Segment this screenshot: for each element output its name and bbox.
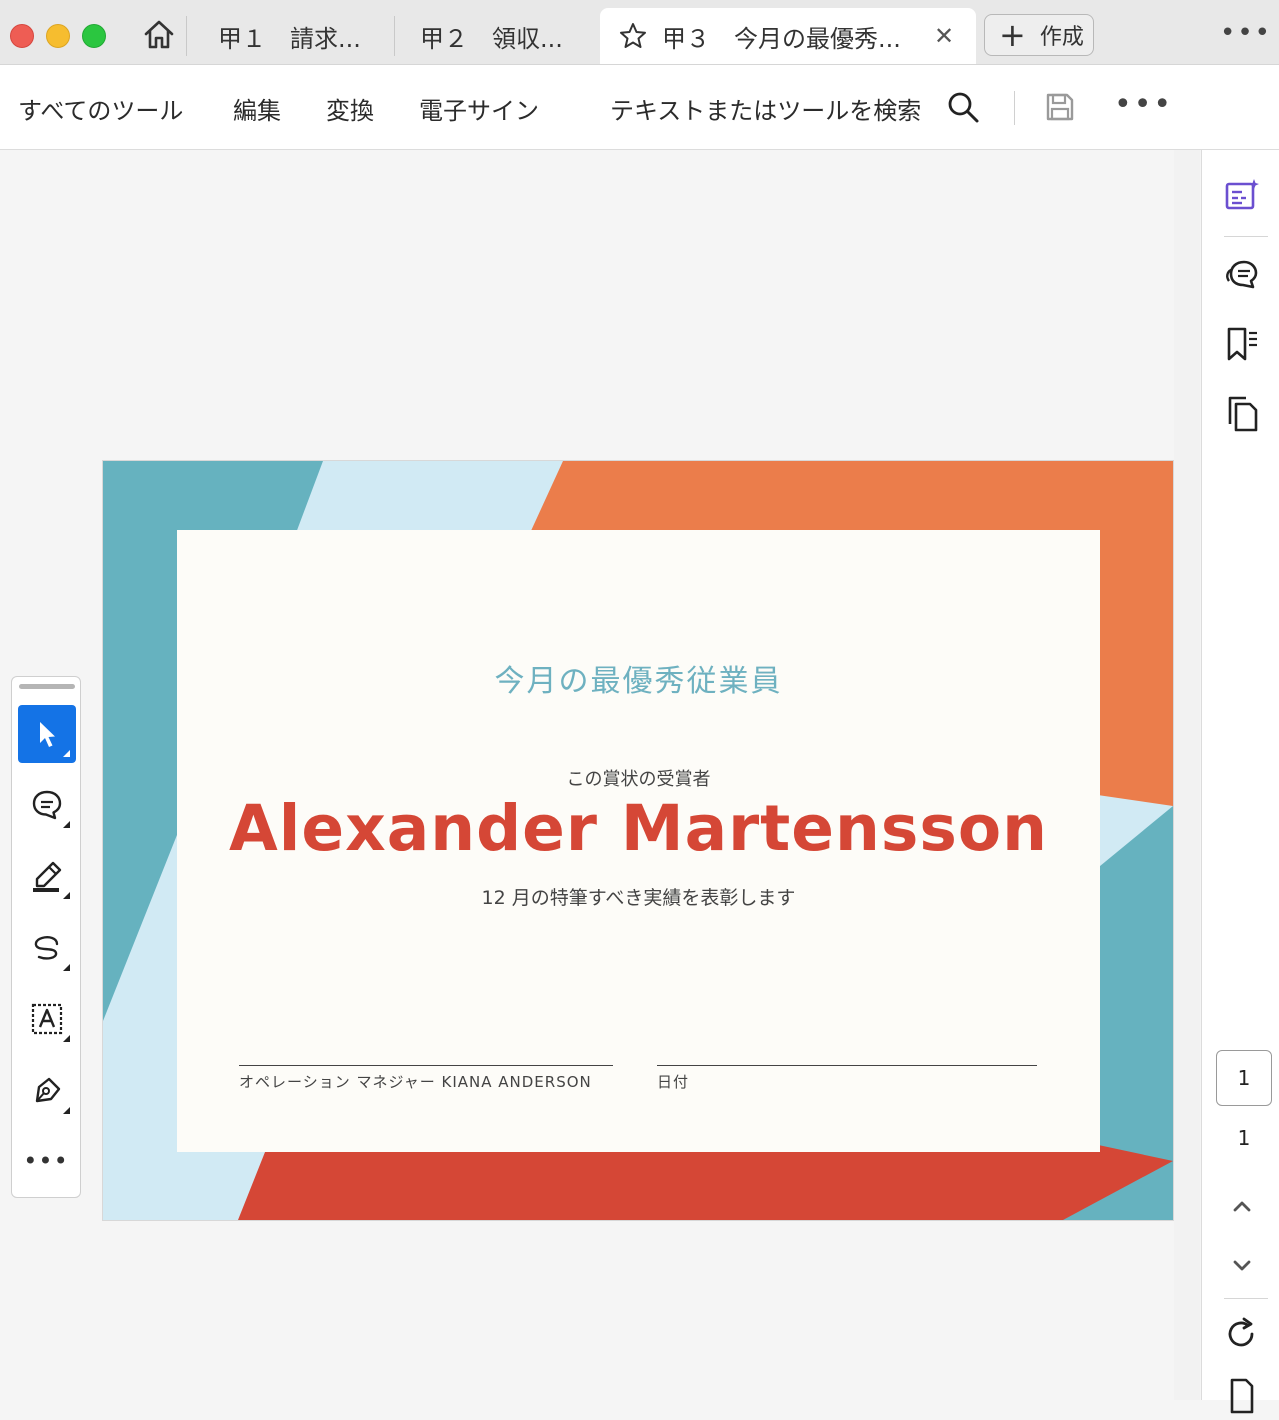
sign-tool[interactable] (18, 1062, 76, 1120)
total-pages: 1 (1237, 1126, 1251, 1150)
star-icon[interactable] (618, 21, 648, 51)
page-fit-icon (1230, 1378, 1254, 1414)
chevron-down-icon (1233, 1260, 1251, 1271)
ai-assistant-icon (1225, 179, 1259, 210)
esign-button[interactable]: 電子サイン (419, 91, 539, 126)
plus-icon: + (999, 16, 1026, 54)
more-icon[interactable]: ••• (1220, 18, 1272, 48)
pages-panel-button[interactable] (1222, 394, 1262, 434)
previous-page-button[interactable] (1222, 1186, 1262, 1226)
text-box-tool[interactable] (18, 990, 76, 1048)
quick-tools-panel: ••• (11, 676, 81, 1198)
toolbar-divider (1014, 91, 1015, 125)
create-button[interactable]: + 作成 (984, 14, 1094, 56)
certificate-title: 今月の最優秀従業員 (494, 664, 783, 699)
rail-divider (1224, 236, 1268, 237)
tab-label: 甲１ 請求... (218, 24, 361, 53)
convert-button[interactable]: 変換 (326, 91, 374, 126)
comments-panel-button[interactable] (1222, 254, 1262, 294)
close-icon[interactable]: ✕ (934, 22, 954, 50)
recipient-name: Alexander Martensson (228, 792, 1048, 865)
tab-label: 甲３ 今月の最優秀... (662, 24, 901, 53)
certificate-description: 12 月の特筆すべき実績を表彰します (481, 887, 796, 909)
bookmarks-panel-button[interactable] (1222, 324, 1262, 364)
submenu-indicator (63, 821, 70, 828)
comment-tool[interactable] (18, 776, 76, 834)
pdf-page: 今月の最優秀従業員 この賞状の受賞者 Alexander Martensson … (103, 461, 1173, 1220)
edit-button[interactable]: 編集 (233, 91, 281, 126)
tab-label: 甲２ 領収... (420, 24, 563, 53)
tab-receipt[interactable]: 甲２ 領収... (420, 8, 590, 64)
tab-divider (186, 16, 187, 56)
search-tools-field[interactable]: テキストまたはツールを検索 (610, 91, 921, 126)
submenu-indicator (63, 750, 70, 757)
create-label: 作成 (1039, 25, 1084, 50)
search-icon[interactable] (946, 90, 980, 124)
more-icon[interactable]: ••• (1114, 87, 1173, 122)
home-icon (144, 20, 174, 49)
drag-handle[interactable] (19, 684, 75, 689)
window-close-button[interactable] (10, 24, 34, 48)
date-label: 日付 (657, 1073, 690, 1091)
refresh-icon (1228, 1317, 1254, 1347)
window-minimize-button[interactable] (46, 24, 70, 48)
tab-bar: 甲１ 請求... 甲２ 領収... 甲３ 今月の最優秀... ✕ + 作成 ••… (0, 0, 1279, 65)
text-box-icon (31, 1003, 63, 1035)
certificate-card: 今月の最優秀従業員 この賞状の受賞者 Alexander Martensson … (177, 530, 1100, 1152)
save-icon[interactable] (1044, 91, 1076, 123)
all-tools-button[interactable]: すべてのツール (18, 91, 183, 126)
page-fit-button[interactable] (1222, 1376, 1262, 1416)
draw-tool[interactable] (18, 919, 76, 977)
ai-assistant-button[interactable] (1222, 176, 1262, 216)
submenu-indicator (63, 1107, 70, 1114)
draw-icon (34, 936, 59, 960)
tab-invoice[interactable]: 甲１ 請求... (218, 8, 388, 64)
comment-icon (32, 790, 62, 820)
window-zoom-button[interactable] (82, 24, 106, 48)
current-page-input[interactable]: 1 (1216, 1050, 1272, 1106)
pages-icon (1228, 396, 1258, 432)
select-icon (40, 722, 55, 747)
sign-icon (35, 1077, 61, 1103)
right-rail: 1 1 (1201, 150, 1279, 1414)
tab-divider (394, 16, 395, 56)
comments-panel-icon (1226, 260, 1258, 289)
next-page-button[interactable] (1222, 1246, 1262, 1286)
chevron-up-icon (1233, 1201, 1251, 1212)
signature-label: オペレーション マネジャー KIANA ANDERSON (239, 1073, 592, 1091)
more-icon[interactable]: ••• (12, 1147, 80, 1175)
certificate-subtitle: この賞状の受賞者 (566, 769, 711, 790)
bookmarks-icon (1227, 327, 1257, 361)
rail-divider (1224, 1298, 1268, 1299)
highlight-icon (33, 861, 62, 892)
submenu-indicator (63, 892, 70, 899)
submenu-indicator (63, 1035, 70, 1042)
tab-certificate[interactable]: 甲３ 今月の最優秀... ✕ (600, 8, 976, 64)
main-toolbar: すべてのツール 編集 変換 電子サイン テキストまたはツールを検索 ••• (0, 65, 1279, 150)
highlight-tool[interactable] (18, 847, 76, 905)
submenu-indicator (63, 964, 70, 971)
select-tool[interactable] (18, 705, 76, 763)
signature-line (239, 1065, 613, 1066)
home-button[interactable] (138, 14, 180, 56)
refresh-button[interactable] (1222, 1314, 1262, 1354)
scrollbar[interactable] (1174, 150, 1200, 1400)
date-line (657, 1065, 1037, 1066)
